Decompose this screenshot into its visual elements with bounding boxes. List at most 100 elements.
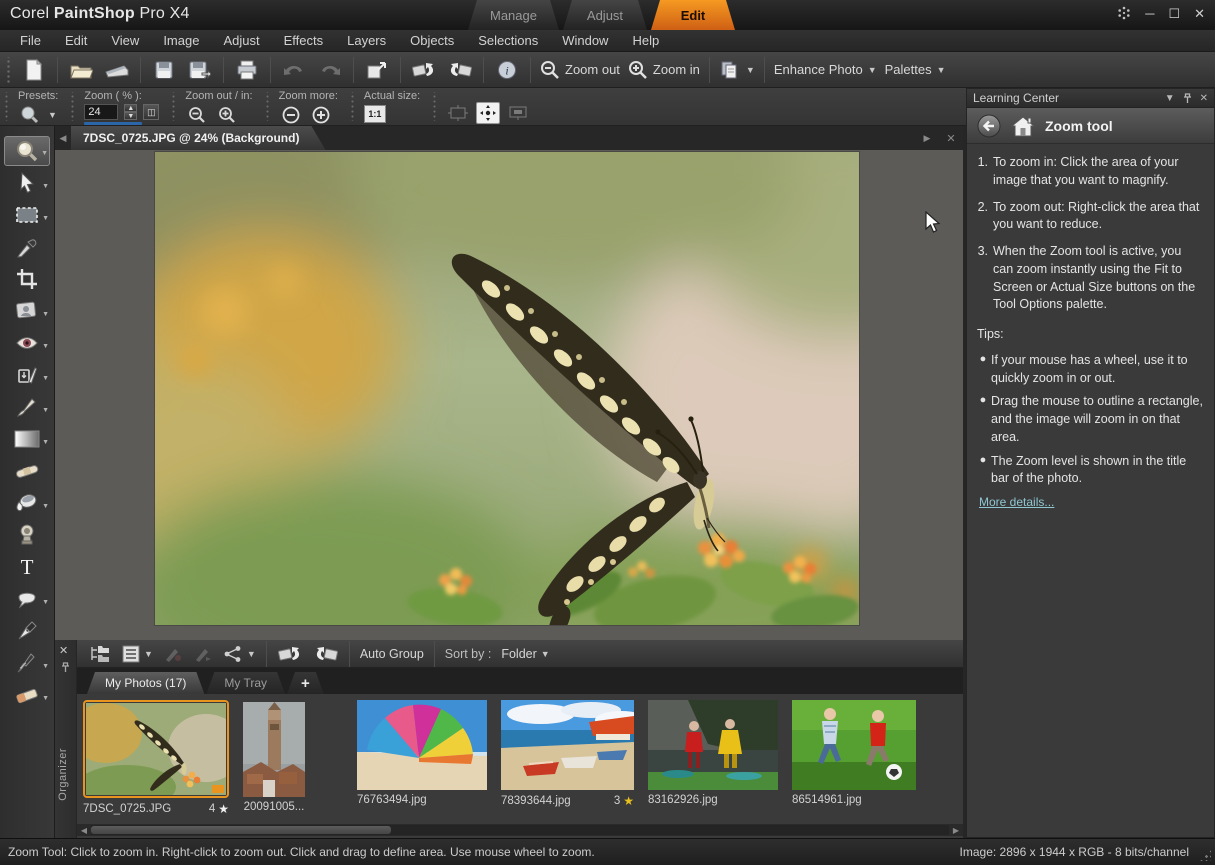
save-button[interactable] <box>146 55 182 85</box>
scroll-right-icon[interactable]: ▶ <box>949 826 963 835</box>
palette-grip[interactable] <box>169 92 175 121</box>
redo-button[interactable] <box>312 55 348 85</box>
document-close-icon[interactable]: ✕ <box>943 129 959 147</box>
spinner-up-icon[interactable]: ▲ <box>124 104 137 112</box>
thumbnail-item[interactable]: 20091005... <box>243 702 305 813</box>
save-as-button[interactable] <box>182 55 218 85</box>
rotate-right-button[interactable] <box>308 642 344 666</box>
tab-scroll-left-icon[interactable]: ◀ <box>55 129 71 147</box>
organizer-pin-icon[interactable] <box>61 662 70 673</box>
thumbnail-item[interactable]: 83162926.jpg <box>648 700 778 806</box>
undo-button[interactable] <box>276 55 312 85</box>
folder-view-button[interactable] <box>85 642 117 666</box>
chevron-down-icon[interactable]: ▼ <box>48 110 57 120</box>
presets-zoom-icon[interactable] <box>18 104 42 126</box>
tab-edit[interactable]: Edit <box>651 0 735 30</box>
photo-rating[interactable]: 3★ <box>614 794 634 808</box>
zoom-slider-button[interactable]: ◫ <box>143 104 159 120</box>
tab-scroll-right-icon[interactable]: ▶ <box>919 129 935 147</box>
panel-pin-icon[interactable] <box>1183 93 1192 104</box>
tab-my-tray[interactable]: My Tray <box>206 672 285 694</box>
palettes-button[interactable]: Palettes▼ <box>881 55 950 85</box>
tool-flood-fill[interactable]: ▼ <box>4 488 50 518</box>
tool-paint-brush[interactable]: ▼ <box>4 392 50 422</box>
thumbnail-item[interactable]: 7DSC_0725.JPG4★ <box>83 700 229 816</box>
thumbnail-item[interactable]: 76763494.jpg <box>357 700 487 806</box>
panel-menu-icon[interactable]: ▼ <box>1165 93 1175 104</box>
menu-view[interactable]: View <box>99 30 151 52</box>
menu-window[interactable]: Window <box>550 30 620 52</box>
back-icon[interactable] <box>977 114 1001 138</box>
organizer-scrollbar[interactable]: ◀ ▶ <box>77 824 963 836</box>
tool-gradient-swatch[interactable]: ▼ <box>4 424 50 454</box>
photo-canvas[interactable] <box>155 152 859 625</box>
menu-file[interactable]: File <box>8 30 53 52</box>
print-button[interactable] <box>229 55 265 85</box>
panel-close-icon[interactable]: ✕ <box>1200 93 1208 104</box>
tab-manage[interactable]: Manage <box>468 0 559 30</box>
palette-grip[interactable] <box>2 92 8 121</box>
tool-object-remover[interactable]: ▼ <box>4 296 50 326</box>
enhance-photo-button[interactable]: Enhance Photo▼ <box>770 55 881 85</box>
fit-screen-icon[interactable] <box>506 102 530 124</box>
palette-grip[interactable] <box>68 92 74 121</box>
tool-red-eye[interactable]: ▼ <box>4 328 50 358</box>
more-details-link[interactable]: More details... <box>979 494 1204 511</box>
tool-warp-brush[interactable]: ▼ <box>4 648 50 678</box>
tool-eraser[interactable]: ▼ <box>4 680 50 710</box>
tool-pen[interactable] <box>4 616 50 646</box>
tool-pick[interactable]: ▼ <box>4 168 50 198</box>
fit-image-icon[interactable] <box>476 102 500 124</box>
minimize-button[interactable]: ─ <box>1145 7 1154 20</box>
close-button[interactable]: ✕ <box>1194 7 1205 20</box>
rotate-left-button[interactable] <box>272 642 308 666</box>
corel-widget-icon[interactable] <box>1117 6 1131 20</box>
toolbar-zoom-out-button[interactable]: Zoom out <box>536 55 624 85</box>
tool-text[interactable]: T <box>4 552 50 582</box>
menu-effects[interactable]: Effects <box>272 30 336 52</box>
tool-selection[interactable]: ▼ <box>4 200 50 230</box>
tool-picture-tube[interactable] <box>4 520 50 550</box>
fit-window-icon[interactable] <box>446 102 470 124</box>
zoom-in-icon[interactable] <box>215 104 239 126</box>
thumbnail-item[interactable]: 78393644.jpg3★ <box>501 700 634 808</box>
sort-by-dropdown[interactable]: Folder▼ <box>496 642 554 666</box>
toolbar-grip[interactable] <box>4 57 12 83</box>
zoom-out-icon[interactable] <box>185 104 209 126</box>
menu-objects[interactable]: Objects <box>398 30 466 52</box>
tab-adjust[interactable]: Adjust <box>563 0 647 30</box>
tool-makeover[interactable]: ▼ <box>4 360 50 390</box>
tool-dropper[interactable] <box>4 232 50 262</box>
organizer-close-icon[interactable]: ✕ <box>59 644 68 657</box>
rotate-left-button[interactable] <box>406 55 442 85</box>
edit-button-disabled[interactable] <box>188 642 218 666</box>
tool-scratch-remover[interactable] <box>4 456 50 486</box>
open-button[interactable] <box>63 55 99 85</box>
share-button[interactable]: ▼ <box>218 642 261 666</box>
thumbnail-item[interactable]: 86514961.jpg <box>792 700 916 806</box>
scrollbar-track[interactable] <box>91 825 949 835</box>
menu-layers[interactable]: Layers <box>335 30 398 52</box>
auto-group-button[interactable]: Auto Group <box>355 642 429 666</box>
list-view-button[interactable]: ▼ <box>117 642 158 666</box>
actual-size-icon[interactable]: 1:1 <box>364 105 386 123</box>
resize-button[interactable] <box>359 55 395 85</box>
menu-adjust[interactable]: Adjust <box>211 30 271 52</box>
home-icon[interactable] <box>1011 115 1035 137</box>
menu-edit[interactable]: Edit <box>53 30 99 52</box>
rotate-right-button[interactable] <box>442 55 478 85</box>
add-tray-button[interactable]: + <box>287 672 324 694</box>
tab-my-photos[interactable]: My Photos (17) <box>87 672 204 694</box>
tool-zoom[interactable]: ▼ <box>4 136 50 166</box>
menu-selections[interactable]: Selections <box>466 30 550 52</box>
copy-special-button[interactable]: ▼ <box>715 55 759 85</box>
palette-grip[interactable] <box>263 92 269 121</box>
scroll-left-icon[interactable]: ◀ <box>77 826 91 835</box>
tool-preset-shape[interactable]: ▼ <box>4 584 50 614</box>
zoom-spinner[interactable]: ▲▼ <box>124 104 137 120</box>
info-button[interactable]: i <box>489 55 525 85</box>
palette-grip[interactable] <box>348 92 354 121</box>
menu-image[interactable]: Image <box>151 30 211 52</box>
scrollbar-thumb[interactable] <box>91 826 391 834</box>
tag-button-disabled[interactable] <box>158 642 188 666</box>
